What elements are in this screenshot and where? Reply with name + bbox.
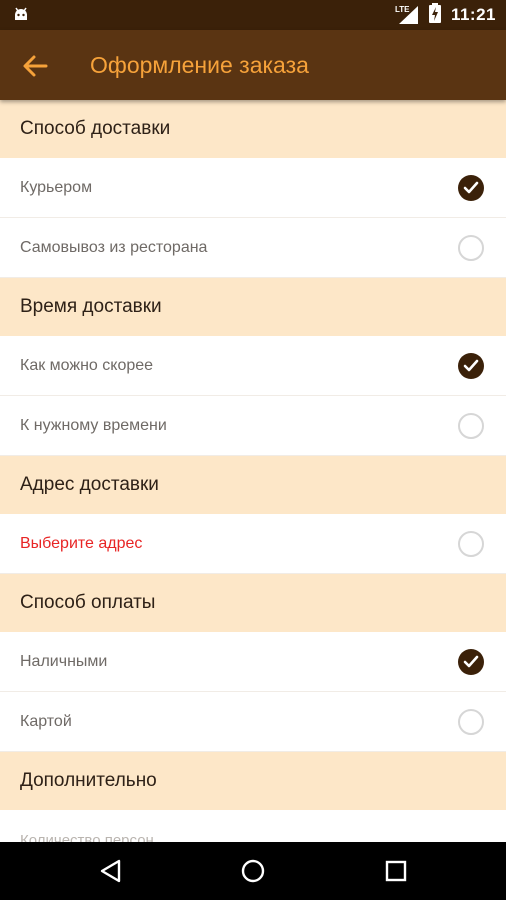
android-icon <box>12 6 30 29</box>
check-circle-icon[interactable] <box>458 175 484 201</box>
home-circle-icon[interactable] <box>239 857 267 885</box>
option-label: Как можно скорее <box>20 357 154 374</box>
section-header-delivery-address: Адрес доставки <box>0 456 506 514</box>
option-pickup[interactable]: Самовывоз из ресторана <box>0 218 506 278</box>
app-bar: Оформление заказа <box>0 30 506 100</box>
section-header-payment-method: Способ оплаты <box>0 574 506 632</box>
recents-square-icon[interactable] <box>382 857 410 885</box>
arrow-back-icon[interactable] <box>20 50 52 82</box>
signal-icon: LTE <box>395 5 419 25</box>
section-header-delivery-method: Способ доставки <box>0 100 506 158</box>
back-triangle-icon[interactable] <box>97 857 125 885</box>
option-label: К нужному времени <box>20 417 167 434</box>
status-bar: LTE 11:21 <box>0 0 506 30</box>
option-select-address[interactable]: Выберите адрес <box>0 514 506 574</box>
check-circle-icon[interactable] <box>458 353 484 379</box>
option-card[interactable]: Картой <box>0 692 506 752</box>
option-cash[interactable]: Наличными <box>0 632 506 692</box>
option-asap[interactable]: Как можно скорее <box>0 336 506 396</box>
status-time: 11:21 <box>450 5 496 24</box>
select-address-label: Выберите адрес <box>20 535 143 552</box>
radio-empty-icon[interactable] <box>458 413 484 439</box>
radio-empty-icon[interactable] <box>458 709 484 735</box>
radio-empty-icon[interactable] <box>458 531 484 557</box>
option-label: Картой <box>20 713 72 730</box>
persons-count-label: Количество персон <box>20 832 154 842</box>
option-label: Самовывоз из ресторана <box>20 239 208 256</box>
option-scheduled-time[interactable]: К нужному времени <box>0 396 506 456</box>
check-circle-icon[interactable] <box>458 649 484 675</box>
system-nav-bar <box>0 842 506 900</box>
radio-empty-icon[interactable] <box>458 235 484 261</box>
option-label: Наличными <box>20 653 108 670</box>
page-title: Оформление заказа <box>90 52 309 78</box>
battery-icon <box>428 2 441 28</box>
section-header-additional: Дополнительно <box>0 752 506 810</box>
section-header-delivery-time: Время доставки <box>0 278 506 336</box>
order-form: Способ доставки Курьером Самовывоз из ре… <box>0 100 506 842</box>
network-type-label: LTE <box>394 5 410 14</box>
option-label: Курьером <box>20 179 93 196</box>
option-courier[interactable]: Курьером <box>0 158 506 218</box>
option-persons-count[interactable]: Количество персон <box>0 810 506 842</box>
